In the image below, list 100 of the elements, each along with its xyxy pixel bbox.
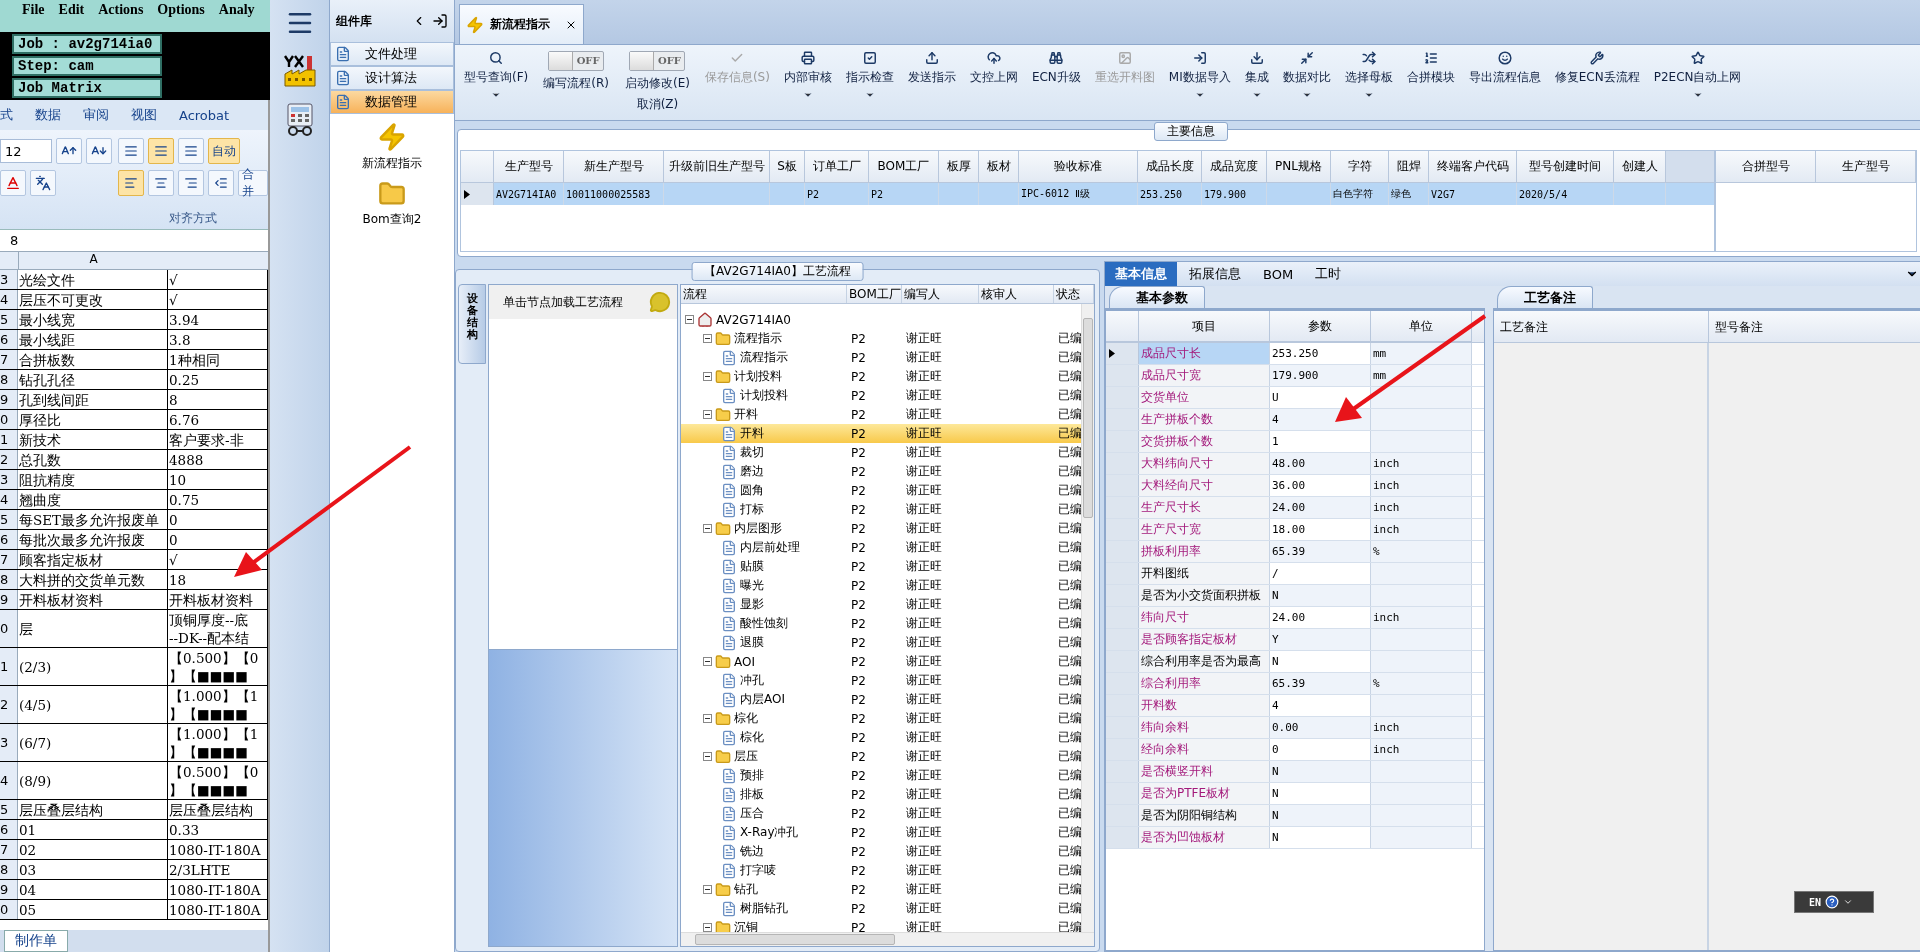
ribbon-tab[interactable]: 审阅	[83, 106, 109, 124]
toolbar-button[interactable]: 文控上网	[962, 51, 1025, 86]
wrap-text-button[interactable]: 自动	[208, 138, 240, 164]
toolbar-button[interactable]: 指示检查	[838, 51, 901, 100]
parameter-name[interactable]: 拼板利用率	[1139, 541, 1270, 562]
folder-icon[interactable]	[378, 180, 406, 208]
align-right-button[interactable]	[178, 170, 204, 196]
table-row[interactable]: AV2G714IA0 10011000025583 P2 P2 IPC-6012 Ⅱ级 253.250 179.900 白色字符 绿色 V2G7 2020/5/4	[461, 183, 1714, 205]
language-bar[interactable]: EN	[1794, 891, 1874, 913]
toolbar-button[interactable]: P2ECN自动上网	[1646, 51, 1749, 100]
tree-row[interactable]: 开料 P2 谢正旺 已编	[681, 405, 1081, 424]
collapse-icon[interactable]	[703, 885, 712, 894]
parameter-value[interactable]: 24.00	[1270, 497, 1371, 518]
align-bottom-button[interactable]	[178, 138, 204, 164]
tree-row[interactable]: 曝光 P2 谢正旺 已编	[681, 576, 1081, 595]
tab[interactable]: 基本信息	[1105, 262, 1177, 286]
outdent-button[interactable]	[208, 170, 234, 196]
toolbar-button[interactable]: 型号查询(F)	[457, 51, 536, 100]
tree-row[interactable]: 流程指示 P2 谢正旺 已编	[681, 348, 1081, 367]
parameter-name[interactable]: 纬向余料	[1139, 717, 1270, 738]
parameter-value[interactable]: 253.250	[1270, 343, 1371, 364]
tree-row[interactable]: 流程指示 P2 谢正旺 已编	[681, 329, 1081, 348]
tree-row[interactable]: 层压 P2 谢正旺 已编	[681, 747, 1081, 766]
toggle-switch[interactable]: OFF	[548, 51, 605, 71]
font-color-button[interactable]	[0, 170, 26, 196]
parameter-name[interactable]: 是否横竖开料	[1139, 761, 1270, 782]
parameter-name[interactable]: 交货拼板个数	[1139, 431, 1270, 452]
module-label[interactable]: Bom查询2	[362, 211, 422, 228]
column-header[interactable]: 编写人	[902, 285, 979, 303]
grow-font-button[interactable]	[56, 138, 82, 164]
category-item[interactable]: 数据管理	[330, 90, 454, 114]
parameter-name[interactable]: 生产尺寸宽	[1139, 519, 1270, 540]
menu-item[interactable]: Analy	[218, 0, 255, 32]
toolbar-button[interactable]: 修复ECN丢流程	[1547, 51, 1647, 86]
align-left-button[interactable]	[118, 170, 144, 196]
parameter-value[interactable]: 24.00	[1270, 607, 1371, 628]
column-header[interactable]: BOM工厂	[847, 285, 902, 303]
parameter-value[interactable]: N	[1270, 805, 1371, 826]
tree-row[interactable]: 磨边 P2 谢正旺 已编	[681, 462, 1081, 481]
parameter-value[interactable]: U	[1270, 387, 1371, 408]
column-header[interactable]: 核审人	[979, 285, 1054, 303]
tree-row[interactable]: X-Ray冲孔 P2 谢正旺 已编	[681, 823, 1081, 842]
tree-row[interactable]: 内层AOI P2 谢正旺 已编	[681, 690, 1081, 709]
parameter-value[interactable]: 65.39	[1270, 541, 1371, 562]
column-header[interactable]: 合拼型号	[1716, 151, 1816, 183]
parameter-value[interactable]: 1	[1270, 431, 1371, 452]
parameter-name[interactable]: 开料图纸	[1139, 563, 1270, 584]
collapse-icon[interactable]	[703, 657, 712, 666]
module-label[interactable]: 新流程指示	[362, 155, 422, 172]
sub-tab[interactable]: 工艺备注	[1497, 286, 1593, 308]
toggle-switch[interactable]: OFF	[629, 51, 686, 71]
login-icon[interactable]	[432, 13, 448, 29]
tree-row[interactable]: 内层图形 P2 谢正旺 已编	[681, 519, 1081, 538]
shrink-font-button[interactable]	[86, 138, 112, 164]
tree-row[interactable]: 沉铜 P2 谢正旺 已编	[681, 918, 1081, 932]
parameter-name[interactable]: 生产拼板个数	[1139, 409, 1270, 430]
tree-row[interactable]: 压合 P2 谢正旺 已编	[681, 804, 1081, 823]
parameter-name[interactable]: 开料数	[1139, 695, 1270, 716]
collapse-icon[interactable]	[703, 524, 712, 533]
parameter-name[interactable]: 大料经向尺寸	[1139, 475, 1270, 496]
parameter-name[interactable]: 综合利用率是否为最高	[1139, 651, 1270, 672]
font-size-field[interactable]: 12	[0, 139, 52, 163]
column-header[interactable]: A	[18, 252, 168, 269]
parameter-value[interactable]: 0.00	[1270, 717, 1371, 738]
parameter-value[interactable]: N	[1270, 651, 1371, 672]
tree-row[interactable]: 预排 P2 谢正旺 已编	[681, 766, 1081, 785]
tree-row[interactable]: 贴膜 P2 谢正旺 已编	[681, 557, 1081, 576]
tree-row[interactable]: 树脂钻孔 P2 谢正旺 已编	[681, 899, 1081, 918]
tree-row[interactable]: 钻孔 P2 谢正旺 已编	[681, 880, 1081, 899]
toolbar-button[interactable]: 内部审核	[776, 51, 839, 100]
collapse-icon[interactable]	[703, 334, 712, 343]
horizontal-scrollbar[interactable]	[681, 932, 1094, 946]
menu-item[interactable]: File	[22, 0, 45, 32]
ribbon-tab[interactable]: 视图	[131, 106, 157, 124]
collapse-icon[interactable]	[703, 752, 712, 761]
parameter-value[interactable]: 4	[1270, 695, 1371, 716]
tree-row[interactable]: 棕化 P2 谢正旺 已编	[681, 709, 1081, 728]
tree-row[interactable]: 显影 P2 谢正旺 已编	[681, 595, 1081, 614]
align-center-button[interactable]	[148, 170, 174, 196]
parameter-value[interactable]: N	[1270, 783, 1371, 804]
parameter-value[interactable]: N	[1270, 761, 1371, 782]
tree-row[interactable]: 铣边 P2 谢正旺 已编	[681, 842, 1081, 861]
tree-row[interactable]: 裁切 P2 谢正旺 已编	[681, 443, 1081, 462]
tree-row[interactable]: 酸性蚀刻 P2 谢正旺 已编	[681, 614, 1081, 633]
parameter-value[interactable]: N	[1270, 827, 1371, 848]
sub-tab[interactable]: 基本参数	[1109, 286, 1205, 308]
tree-row[interactable]: 退膜 P2 谢正旺 已编	[681, 633, 1081, 652]
collapse-icon[interactable]	[703, 410, 712, 419]
column-header[interactable]: 生产型号	[1816, 151, 1916, 183]
collapse-icon[interactable]	[685, 315, 694, 324]
toolbar-button[interactable]: 发送指示	[900, 51, 963, 86]
toolbar-button[interactable]: MI数据导入	[1161, 51, 1238, 100]
parameter-value[interactable]: 36.00	[1270, 475, 1371, 496]
tree-row[interactable]: AOI P2 谢正旺 已编	[681, 652, 1081, 671]
category-item[interactable]: 设计算法	[330, 66, 454, 90]
parameter-name[interactable]: 生产尺寸长	[1139, 497, 1270, 518]
parameter-name[interactable]: 是否为凹蚀板材	[1139, 827, 1270, 848]
align-top-button[interactable]	[118, 138, 144, 164]
phonetic-button[interactable]	[30, 170, 56, 196]
ribbon-tab[interactable]: 数据	[35, 106, 61, 124]
